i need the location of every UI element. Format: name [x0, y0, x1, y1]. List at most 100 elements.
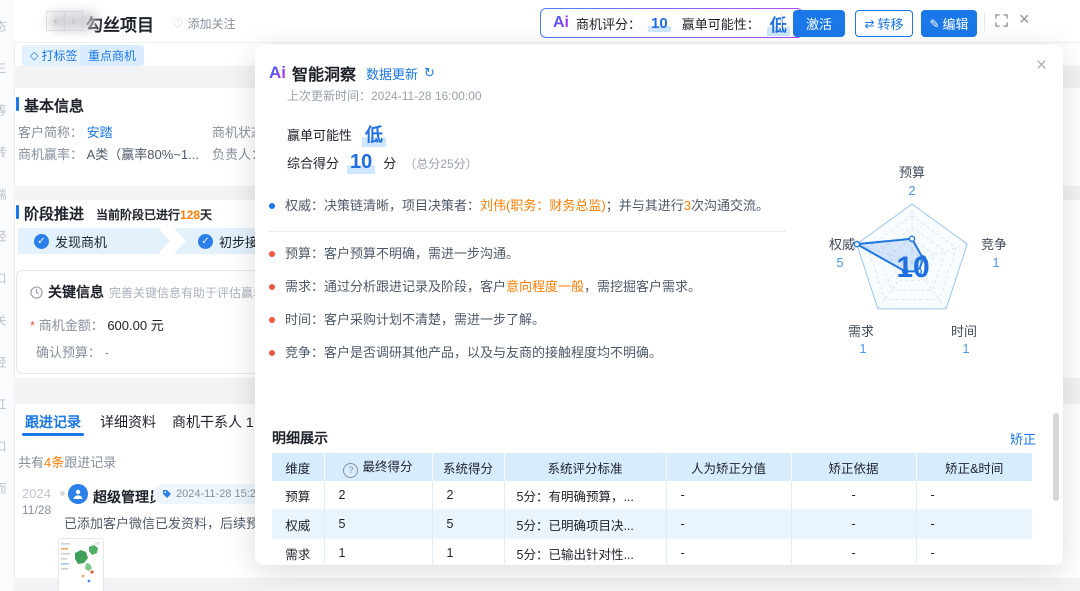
add-tag-button[interactable]: ◇ 打标签 [22, 45, 85, 66]
key-info-title: 关键信息 [48, 282, 104, 302]
stage-days-prefix: 当前阶段已进行 [96, 208, 180, 222]
insight-text-part: ；并与其进行 [606, 198, 684, 213]
win-probability-label: 赢单可能性： [682, 14, 760, 33]
table-row: 需求 1 1 5分：已输出针对性... - - - [272, 539, 1032, 566]
map-thumbnail-image [59, 539, 103, 591]
activate-button[interactable]: 激活 [793, 10, 845, 37]
cell-system: 5 [432, 510, 504, 539]
insight-highlight: 刘伟(职务：财务总监) [480, 198, 606, 213]
dotted-divider [269, 231, 785, 232]
overall-score-value: 10 [347, 151, 375, 174]
budget-value: - [105, 345, 109, 360]
customer-link[interactable]: 安踏 [87, 125, 113, 140]
edit-icon: ✎ [929, 17, 939, 31]
bullet-dot-red [269, 251, 275, 257]
insight-demand: 需求：通过分析跟进记录及阶段，客户意向程度一般，需挖掘客户需求。 [269, 278, 774, 296]
cell-system: 1 [432, 539, 504, 566]
radar-value-time: 1 [962, 341, 969, 356]
budget-label: 确认预算： [36, 345, 101, 360]
edit-button[interactable]: ✎ 编辑 [921, 10, 977, 37]
col-score-standard: 系统评分标准 [504, 453, 666, 481]
insight-text: 预算：客户预算不明确，需进一步沟通。 [285, 245, 519, 263]
radar-value-authority: 5 [836, 255, 843, 270]
stage-step-discover[interactable]: ✓ 发现商机 [18, 228, 170, 254]
stage-days: 当前阶段已进行128天 [96, 206, 212, 223]
cell-final: 5 [324, 510, 432, 539]
key-info-header: 关键信息 完善关键信息有助于评估赢单可 [30, 282, 277, 302]
divider [984, 13, 985, 31]
customer-label: 客户简称： [18, 125, 83, 140]
timeline-dot [60, 491, 65, 496]
timeline-date: 11/28 [22, 503, 51, 517]
avatar [68, 484, 88, 504]
cell-standard: 5分：已输出针对性... [504, 539, 666, 566]
insight-text-part: 需求：通过分析跟进记录及阶段，客户 [285, 279, 506, 294]
amount-value: 600.00 元 [107, 318, 163, 333]
win-probability-value: 低 [767, 11, 790, 36]
label-tag-icon [162, 489, 172, 499]
cell-final: 1 [324, 539, 432, 566]
radar-value-compete: 1 [992, 255, 999, 270]
col-final-score-label: 最终得分 [362, 460, 412, 474]
cell-adjust: - [666, 481, 791, 510]
overall-score-unit: 分 [383, 153, 396, 172]
tag-icon: ◇ [30, 49, 38, 62]
key-opportunity-tag[interactable]: 重点商机 [80, 45, 144, 66]
record-attachment-thumbnail[interactable] [58, 538, 104, 591]
radar-value-budget: 2 [908, 183, 915, 198]
follow-control[interactable]: ♡ 添加关注 [172, 15, 236, 32]
win-probability-label: 赢单可能性 [287, 125, 352, 144]
table-row: 权威 5 5 5分：已明确项目决... - - - [272, 510, 1032, 539]
records-count-number: 4条 [44, 455, 64, 470]
tab-stakeholders[interactable]: 商机干系人 1 [172, 412, 254, 432]
modal-scrollbar-thumb[interactable] [1053, 413, 1059, 501]
opportunity-score-value: 10 [648, 15, 671, 32]
stage-step-label: 发现商机 [55, 232, 107, 251]
data-refresh-button[interactable]: 数据更新 [366, 64, 418, 83]
record-time: 2024-11-28 15:26 [176, 488, 262, 500]
winrate-value: A类（赢率80%~1... [87, 147, 199, 162]
amount-label: 商机金额： [39, 318, 104, 333]
cell-basis: - [791, 481, 916, 510]
transfer-button[interactable]: ⇄ 转移 [855, 10, 913, 37]
help-icon[interactable]: ? [343, 463, 358, 478]
radar-center-score: 10 [896, 251, 929, 284]
fullscreen-button[interactable] [994, 13, 1009, 31]
add-tag-label: 打标签 [41, 47, 77, 64]
cell-standard: 5分：有明确预算，... [504, 481, 666, 510]
tab-follow-records[interactable]: 跟进记录 [25, 412, 81, 432]
radar-label-compete: 竞争 [981, 237, 1007, 252]
insight-text: 需求：通过分析跟进记录及阶段，客户意向程度一般，需挖掘客户需求。 [285, 278, 701, 296]
adjust-link[interactable]: 矫正 [1010, 429, 1036, 448]
page-close-button[interactable]: × [1019, 9, 1030, 30]
required-mark: * [30, 318, 35, 333]
edit-label: 编辑 [943, 14, 969, 33]
person-icon [72, 488, 84, 500]
transfer-icon: ⇄ [864, 17, 874, 31]
insight-highlight: 3 [684, 198, 691, 213]
modal-close-button[interactable]: × [1036, 55, 1047, 77]
app: 态三等转端经口关经红口而 ‹ › 勾丝项目 ♡ 添加关注 Ai 商机评分： 10… [0, 0, 1080, 591]
key-opportunity-label: 重点商机 [88, 47, 136, 64]
records-count-prefix: 共有 [18, 455, 44, 470]
refresh-icon[interactable]: ↻ [424, 65, 435, 81]
activate-label: 激活 [806, 14, 832, 33]
opportunity-score-label: 商机评分： [576, 14, 641, 33]
tab-details[interactable]: 详细资料 [100, 412, 156, 432]
winrate-label: 商机赢率： [18, 147, 83, 162]
cell-dimension: 预算 [272, 481, 324, 510]
bullet-dot-red [269, 350, 275, 356]
insight-text: 时间：客户采购计划不清楚，需进一步了解。 [285, 311, 545, 329]
cell-time: - [916, 481, 1032, 510]
ai-score-pill: Ai 商机评分： 10 赢单可能性： 低 [540, 8, 803, 38]
detail-title: 明细展示 [272, 428, 328, 448]
cell-system: 2 [432, 481, 504, 510]
budget-field: 确认预算： - [36, 342, 109, 361]
cell-adjust: - [666, 510, 791, 539]
cell-dimension: 权威 [272, 510, 324, 539]
customer-field: 客户简称： 安踏 [18, 122, 113, 141]
cell-dimension: 需求 [272, 539, 324, 566]
cell-standard: 5分：已明确项目决... [504, 510, 666, 539]
overall-score-label: 综合得分 [287, 153, 339, 172]
insight-text-part: 次沟通交流。 [691, 198, 769, 213]
